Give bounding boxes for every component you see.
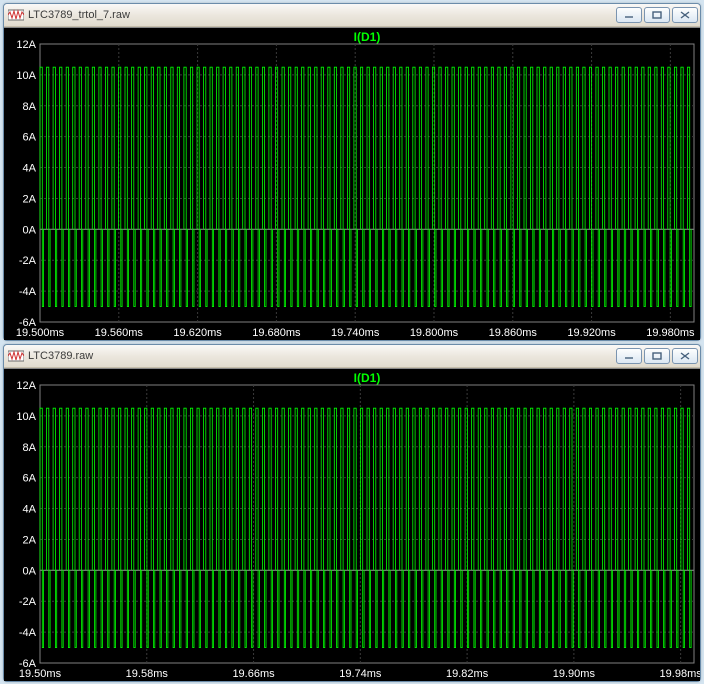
x-tick-label: 19.90ms bbox=[553, 668, 596, 680]
x-tick-label: 19.66ms bbox=[232, 668, 275, 680]
app-icon bbox=[8, 7, 24, 23]
y-tick-label: 6A bbox=[23, 473, 37, 485]
y-tick-label: 12A bbox=[16, 380, 36, 392]
trace-label: I(D1) bbox=[354, 371, 381, 385]
y-tick-label: 10A bbox=[16, 70, 36, 82]
x-tick-label: 19.800ms bbox=[410, 327, 459, 339]
x-tick-label: 19.920ms bbox=[567, 327, 616, 339]
waveform-window: LTC3789.raw -6A-4A-2A0A2A4A6A8A10A12A19.… bbox=[3, 344, 701, 682]
x-tick-label: 19.98ms bbox=[660, 668, 700, 680]
y-tick-label: 8A bbox=[23, 101, 37, 113]
y-tick-label: -2A bbox=[19, 255, 37, 267]
x-tick-label: 19.50ms bbox=[19, 668, 62, 680]
plot-area[interactable]: -6A-4A-2A0A2A4A6A8A10A12A19.50ms19.58ms1… bbox=[4, 368, 700, 681]
x-tick-label: 19.680ms bbox=[252, 327, 301, 339]
x-tick-label: 19.74ms bbox=[339, 668, 382, 680]
x-tick-label: 19.620ms bbox=[173, 327, 222, 339]
y-tick-label: 0A bbox=[23, 224, 37, 236]
waveform-window: LTC3789_trtol_7.raw -6A-4A-2A0A2A4A6A8A1… bbox=[3, 3, 701, 341]
y-tick-label: -4A bbox=[19, 627, 37, 639]
y-tick-label: 4A bbox=[23, 163, 37, 175]
waveform-trace bbox=[40, 67, 691, 306]
app-icon bbox=[8, 348, 24, 364]
y-tick-label: 10A bbox=[16, 411, 36, 423]
minimize-button[interactable] bbox=[616, 7, 642, 23]
window-controls bbox=[616, 348, 698, 364]
y-tick-label: 0A bbox=[23, 565, 37, 577]
close-button[interactable] bbox=[672, 7, 698, 23]
x-tick-label: 19.980ms bbox=[646, 327, 695, 339]
titlebar[interactable]: LTC3789.raw bbox=[4, 345, 700, 368]
y-tick-label: 2A bbox=[23, 534, 37, 546]
trace-label: I(D1) bbox=[354, 30, 381, 44]
window-controls bbox=[616, 7, 698, 23]
window-title: LTC3789_trtol_7.raw bbox=[28, 9, 616, 21]
x-tick-label: 19.560ms bbox=[95, 327, 144, 339]
y-tick-label: 6A bbox=[23, 132, 37, 144]
maximize-button[interactable] bbox=[644, 348, 670, 364]
y-tick-label: 4A bbox=[23, 504, 37, 516]
maximize-button[interactable] bbox=[644, 7, 670, 23]
y-tick-label: 8A bbox=[23, 442, 37, 454]
titlebar[interactable]: LTC3789_trtol_7.raw bbox=[4, 4, 700, 27]
y-tick-label: 2A bbox=[23, 193, 37, 205]
x-tick-label: 19.58ms bbox=[126, 668, 169, 680]
close-button[interactable] bbox=[672, 348, 698, 364]
plot-canvas[interactable]: -6A-4A-2A0A2A4A6A8A10A12A19.50ms19.58ms1… bbox=[4, 369, 700, 681]
x-tick-label: 19.860ms bbox=[489, 327, 538, 339]
y-tick-label: -2A bbox=[19, 596, 37, 608]
x-tick-label: 19.740ms bbox=[331, 327, 380, 339]
window-title: LTC3789.raw bbox=[28, 350, 616, 362]
minimize-button[interactable] bbox=[616, 348, 642, 364]
plot-area[interactable]: -6A-4A-2A0A2A4A6A8A10A12A19.500ms19.560m… bbox=[4, 27, 700, 340]
plot-canvas[interactable]: -6A-4A-2A0A2A4A6A8A10A12A19.500ms19.560m… bbox=[4, 28, 700, 340]
x-tick-label: 19.82ms bbox=[446, 668, 489, 680]
x-tick-label: 19.500ms bbox=[16, 327, 65, 339]
y-tick-label: 12A bbox=[16, 39, 36, 51]
y-tick-label: -4A bbox=[19, 286, 37, 298]
waveform-trace bbox=[40, 408, 691, 647]
